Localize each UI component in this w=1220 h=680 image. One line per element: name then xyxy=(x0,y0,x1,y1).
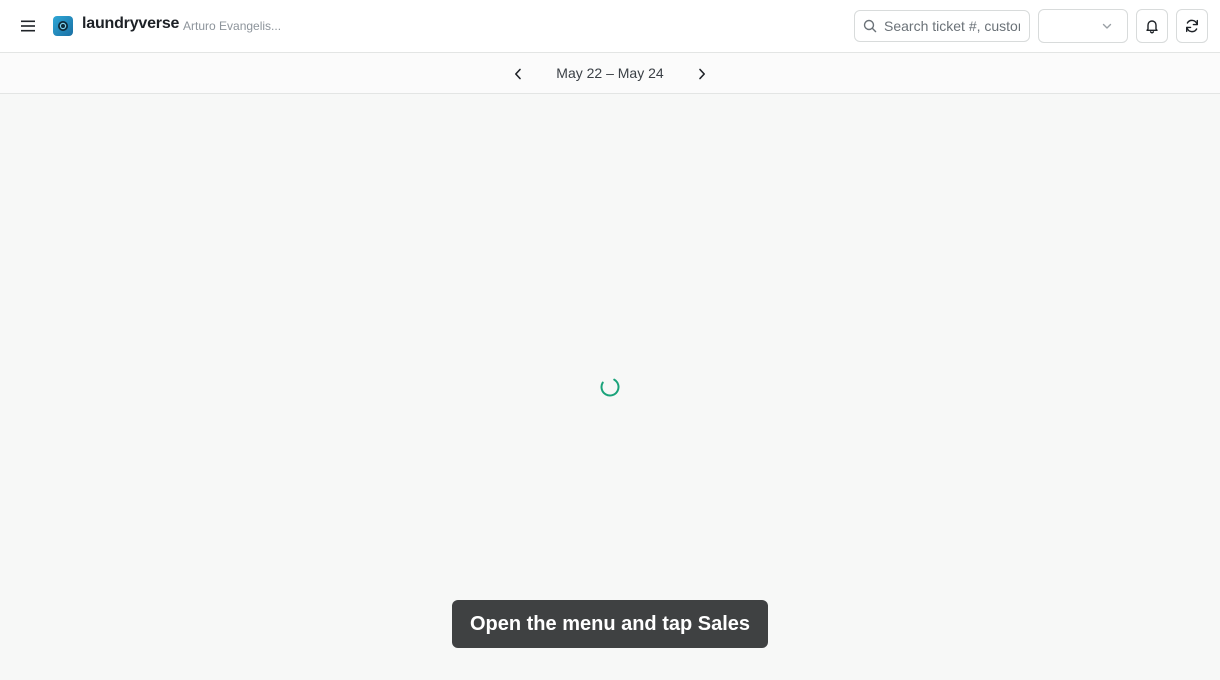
chevron-down-icon xyxy=(1102,23,1112,29)
chevron-left-icon xyxy=(514,68,521,80)
search-box[interactable] xyxy=(854,10,1030,42)
refresh-button[interactable] xyxy=(1176,9,1208,43)
menu-button[interactable] xyxy=(16,14,40,38)
chevron-right-icon xyxy=(699,68,705,80)
loading-spinner xyxy=(599,376,621,398)
search-input[interactable] xyxy=(884,18,1020,34)
search-icon xyxy=(863,19,877,33)
washer-icon xyxy=(58,21,68,31)
brand-name: laundryverse xyxy=(82,15,180,32)
spinner-icon xyxy=(600,377,620,397)
previous-range-button[interactable] xyxy=(508,64,528,84)
location-select[interactable] xyxy=(1038,9,1128,43)
refresh-icon xyxy=(1186,19,1199,33)
date-range-label[interactable]: May 22 – May 24 xyxy=(540,65,680,81)
menu-icon xyxy=(21,20,35,32)
toast-message: Open the menu and tap Sales xyxy=(452,600,768,648)
user-name: Arturo Evangelis... xyxy=(183,19,282,33)
notifications-button[interactable] xyxy=(1136,9,1168,43)
bell-icon xyxy=(1146,20,1158,34)
date-navigation-bar: May 22 – May 24 xyxy=(0,53,1220,94)
next-range-button[interactable] xyxy=(692,64,712,84)
top-bar: laundryverse Arturo Evangelis... xyxy=(0,0,1220,53)
app-logo xyxy=(53,16,73,36)
